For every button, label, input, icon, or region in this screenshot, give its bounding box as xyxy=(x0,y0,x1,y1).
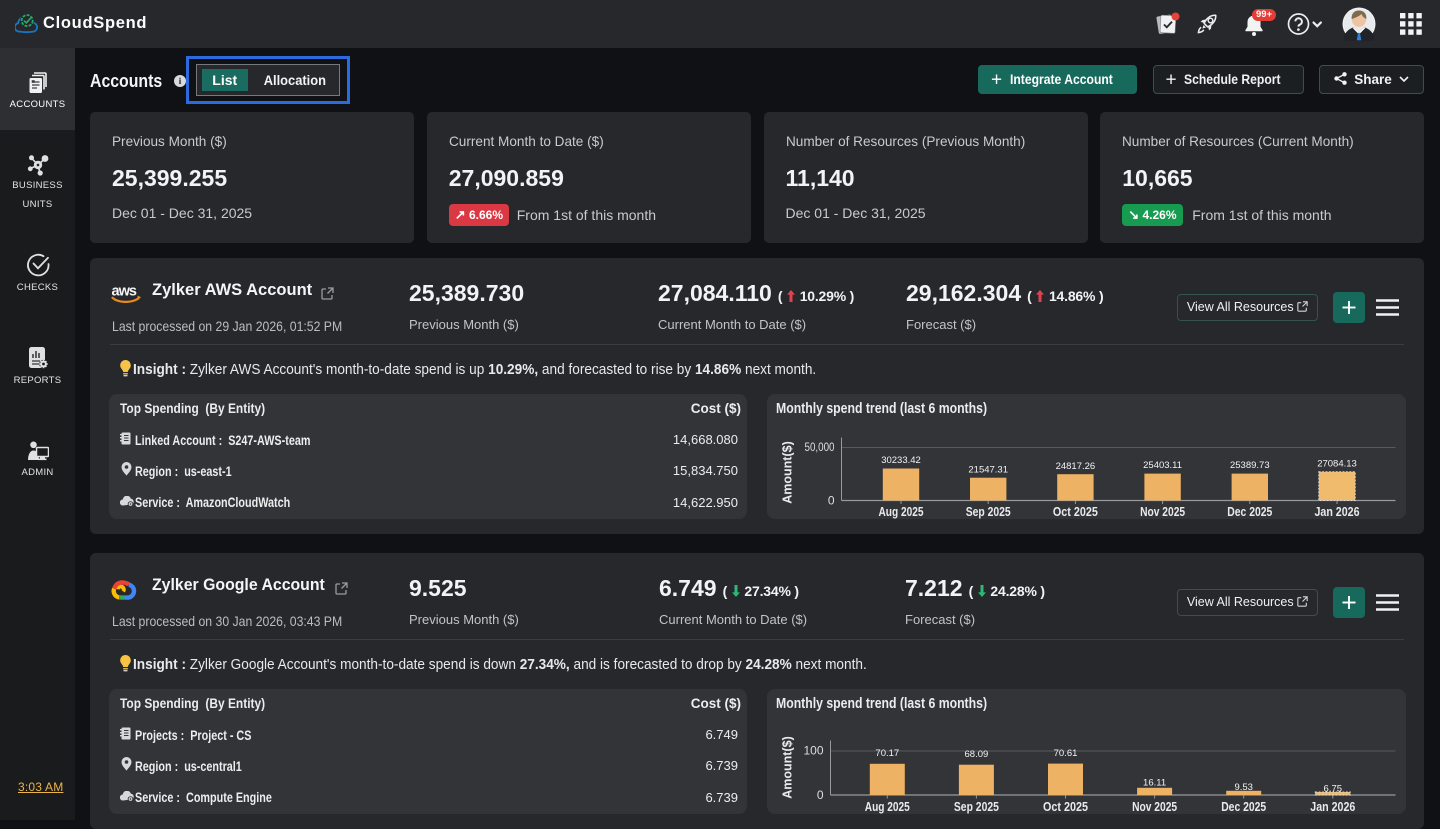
svg-text:6.75: 6.75 xyxy=(1323,783,1342,794)
svg-text:0: 0 xyxy=(827,493,834,507)
svg-text:aws: aws xyxy=(112,284,137,300)
svg-text:25389.73: 25389.73 xyxy=(1229,460,1269,471)
svg-text:25403.11: 25403.11 xyxy=(1143,460,1182,471)
svg-text:70.61: 70.61 xyxy=(1053,747,1077,758)
svg-text:Amount($): Amount($) xyxy=(780,736,794,799)
svg-text:Oct 2025: Oct 2025 xyxy=(1052,505,1097,519)
svg-text:0: 0 xyxy=(816,788,823,802)
svg-text:Dec 2025: Dec 2025 xyxy=(1221,800,1266,814)
svg-text:100: 100 xyxy=(803,743,823,757)
svg-text:Oct 2025: Oct 2025 xyxy=(1043,800,1088,814)
svg-text:Sep 2025: Sep 2025 xyxy=(965,505,1010,519)
svg-text:Nov 2025: Nov 2025 xyxy=(1132,800,1177,814)
svg-text:Nov 2025: Nov 2025 xyxy=(1140,505,1185,519)
svg-text:16.11: 16.11 xyxy=(1143,777,1166,788)
svg-text:30233.42: 30233.42 xyxy=(881,455,921,466)
svg-text:21547.31: 21547.31 xyxy=(968,464,1008,475)
svg-text:50,000: 50,000 xyxy=(804,440,834,454)
svg-text:Dec 2025: Dec 2025 xyxy=(1227,505,1272,519)
svg-text:Aug 2025: Aug 2025 xyxy=(878,505,923,519)
svg-text:Jan 2026: Jan 2026 xyxy=(1310,800,1355,814)
svg-text:Sep 2025: Sep 2025 xyxy=(953,800,998,814)
svg-text:70.17: 70.17 xyxy=(875,748,899,759)
svg-text:Jan 2026: Jan 2026 xyxy=(1314,505,1359,519)
svg-text:Amount($): Amount($) xyxy=(780,441,794,504)
svg-text:9.53: 9.53 xyxy=(1234,781,1253,792)
svg-text:68.09: 68.09 xyxy=(964,748,988,759)
svg-text:Aug 2025: Aug 2025 xyxy=(864,800,909,814)
svg-text:24817.26: 24817.26 xyxy=(1055,460,1095,471)
svg-text:27084.13: 27084.13 xyxy=(1317,458,1357,469)
